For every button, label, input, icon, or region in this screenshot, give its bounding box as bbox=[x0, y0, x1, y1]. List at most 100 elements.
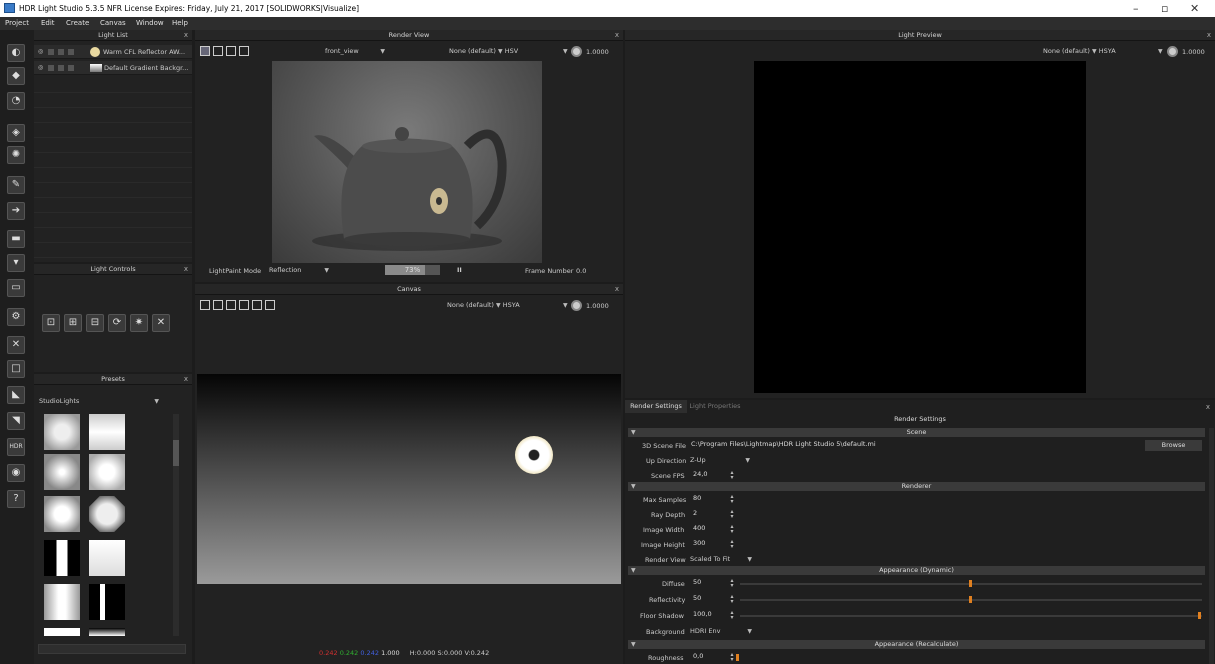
select-icon[interactable] bbox=[213, 46, 223, 56]
diffuse-input[interactable]: 50 bbox=[690, 578, 726, 589]
panel-tool-icon[interactable]: ▭ bbox=[7, 279, 25, 297]
arrow-tool-icon[interactable]: ➔ bbox=[7, 202, 25, 220]
ray-depth-input[interactable]: 2 bbox=[690, 509, 726, 520]
diffuse-slider-knob[interactable] bbox=[969, 580, 972, 587]
colorspace-dropdown[interactable]: None (default) ▼ HSV bbox=[449, 46, 518, 57]
renderer-section-header[interactable]: ▼ Renderer bbox=[628, 482, 1205, 491]
light-stretch-icon[interactable]: ⊟ bbox=[86, 314, 104, 332]
close-window-button[interactable]: ✕ bbox=[1190, 2, 1199, 15]
canvas-area[interactable] bbox=[197, 374, 621, 584]
scene-section-header[interactable]: ▼ Scene bbox=[628, 428, 1205, 437]
light-rotate-icon[interactable]: ⟳ bbox=[108, 314, 126, 332]
image-height-input[interactable]: 300 bbox=[690, 539, 726, 550]
menu-help[interactable]: Help bbox=[172, 19, 188, 27]
zoom-icon[interactable] bbox=[239, 46, 249, 56]
light-reset-icon[interactable]: ✕ bbox=[152, 314, 170, 332]
ray-depth-stepper[interactable]: ▴ ▾ bbox=[728, 509, 736, 520]
color-icon[interactable] bbox=[68, 49, 74, 55]
preset-thumbnail[interactable] bbox=[89, 584, 125, 620]
help-icon[interactable]: ? bbox=[7, 490, 25, 508]
preset-thumbnail[interactable] bbox=[89, 414, 125, 450]
settings-gear-icon[interactable]: ⚙ bbox=[7, 308, 25, 326]
light-controls-close-icon[interactable]: x bbox=[184, 264, 188, 275]
light-list-close-icon[interactable]: x bbox=[184, 30, 188, 41]
render-settings-scrollbar[interactable] bbox=[1209, 428, 1214, 664]
exposure-gear-icon[interactable] bbox=[571, 46, 582, 57]
canvas-exposure-gear-icon[interactable] bbox=[571, 300, 582, 311]
point-light-tool-icon[interactable]: ◔ bbox=[7, 92, 25, 110]
spotlight-tool-icon[interactable]: ◐ bbox=[7, 44, 25, 62]
minimize-button[interactable]: – bbox=[1133, 2, 1139, 15]
canvas-zoom-icon[interactable] bbox=[239, 300, 249, 310]
canvas-frame-icon[interactable] bbox=[265, 300, 275, 310]
scene-fps-input[interactable]: 24,0 bbox=[690, 470, 726, 481]
preset-thumbnail[interactable] bbox=[44, 454, 80, 490]
diffuse-stepper[interactable]: ▴ ▾ bbox=[728, 578, 736, 589]
tab-render-settings[interactable]: Render Settings bbox=[625, 400, 687, 413]
preset-thumbnail[interactable] bbox=[89, 496, 125, 532]
up-direction-dropdown[interactable]: Z-Up ▼ bbox=[690, 455, 750, 466]
roughness-slider-knob[interactable] bbox=[736, 654, 739, 661]
paint-tool-icon[interactable]: ◥ bbox=[7, 412, 25, 430]
image-width-stepper[interactable]: ▴ ▾ bbox=[728, 524, 736, 535]
floor-shadow-input[interactable]: 100,0 bbox=[690, 610, 726, 621]
frame-tool-icon[interactable]: □ bbox=[7, 360, 25, 378]
menu-canvas[interactable]: Canvas bbox=[100, 19, 126, 27]
menu-create[interactable]: Create bbox=[66, 19, 89, 27]
reflectivity-input[interactable]: 50 bbox=[690, 594, 726, 605]
render-image[interactable] bbox=[272, 61, 542, 263]
max-samples-input[interactable]: 80 bbox=[690, 494, 726, 505]
collapse-icon[interactable]: ▼ bbox=[631, 640, 636, 649]
brush-icon[interactable] bbox=[200, 46, 210, 56]
visibility-icon[interactable]: ◎ bbox=[38, 48, 43, 55]
canvas-pan-icon[interactable] bbox=[226, 300, 236, 310]
reflectivity-slider-knob[interactable] bbox=[969, 596, 972, 603]
menu-window[interactable]: Window bbox=[136, 19, 164, 27]
solo-icon[interactable] bbox=[48, 65, 54, 71]
light-preview-image[interactable] bbox=[754, 61, 1086, 393]
preset-thumbnail[interactable] bbox=[89, 454, 125, 490]
pause-render-button[interactable]: II bbox=[457, 266, 462, 274]
color-icon[interactable] bbox=[68, 65, 74, 71]
floor-shadow-slider[interactable] bbox=[740, 615, 1202, 617]
presets-category-dropdown[interactable]: StudioLights ▼ bbox=[39, 396, 159, 407]
canvas-colorspace-dropdown[interactable]: None (default) ▼ HSYA bbox=[447, 300, 520, 311]
background-dropdown[interactable]: HDRI Env ▼ bbox=[690, 626, 752, 637]
light-list-item[interactable]: ◎ Warm CFL Reflector AW... bbox=[34, 45, 192, 59]
roughness-input[interactable]: 0,0 bbox=[690, 652, 726, 663]
preset-thumbnail[interactable] bbox=[44, 584, 80, 620]
presets-close-icon[interactable]: x bbox=[184, 374, 188, 385]
preset-thumbnail[interactable] bbox=[44, 540, 80, 576]
tab-light-properties[interactable]: Light Properties bbox=[687, 400, 743, 413]
preset-thumbnail[interactable] bbox=[44, 414, 80, 450]
appearance-dynamic-section-header[interactable]: ▼ Appearance (Dynamic) bbox=[628, 566, 1205, 575]
camera-dropdown[interactable]: front_view ▼ bbox=[325, 46, 385, 57]
hdr-icon[interactable]: HDR bbox=[7, 438, 25, 456]
visibility-icon[interactable]: ◎ bbox=[38, 64, 43, 71]
floor-shadow-slider-knob[interactable] bbox=[1198, 612, 1201, 619]
canvas-light-source[interactable] bbox=[515, 436, 553, 474]
preview-colorspace-dropdown[interactable]: None (default) ▼ HSYA bbox=[1043, 46, 1116, 57]
softbox-tool-icon[interactable]: ✺ bbox=[7, 146, 25, 164]
lock-icon[interactable] bbox=[58, 65, 64, 71]
maximize-button[interactable]: ▫ bbox=[1161, 2, 1168, 15]
scene-file-input[interactable]: C:\Program Files\Lightmap\HDR Light Stud… bbox=[688, 440, 1141, 451]
solo-icon[interactable] bbox=[48, 49, 54, 55]
lightpaint-mode-dropdown[interactable]: Reflection ▼ bbox=[269, 265, 329, 276]
light-preview-close-icon[interactable]: x bbox=[1207, 30, 1211, 41]
render-view-close-icon[interactable]: x bbox=[615, 30, 619, 41]
reflector-tool-icon[interactable]: ◈ bbox=[7, 124, 25, 142]
preset-thumbnail[interactable] bbox=[44, 628, 80, 636]
light-move-icon[interactable]: ⊡ bbox=[42, 314, 60, 332]
presets-search-input[interactable] bbox=[38, 644, 186, 654]
collapse-icon[interactable]: ▼ bbox=[631, 566, 636, 575]
preset-thumbnail[interactable] bbox=[89, 540, 125, 576]
area-light-tool-icon[interactable]: ◆ bbox=[7, 67, 25, 85]
render-settings-close-icon[interactable]: x bbox=[1206, 402, 1210, 413]
scene-fps-stepper[interactable]: ▴ ▾ bbox=[728, 470, 736, 481]
brush-tool-icon[interactable]: ◣ bbox=[7, 386, 25, 404]
appearance-recalc-section-header[interactable]: ▼ Appearance (Recalculate) bbox=[628, 640, 1205, 649]
light-list-item[interactable]: ◎ Default Gradient Backgr... bbox=[34, 61, 192, 75]
presets-scroll-thumb[interactable] bbox=[173, 440, 179, 466]
pan-icon[interactable] bbox=[226, 46, 236, 56]
